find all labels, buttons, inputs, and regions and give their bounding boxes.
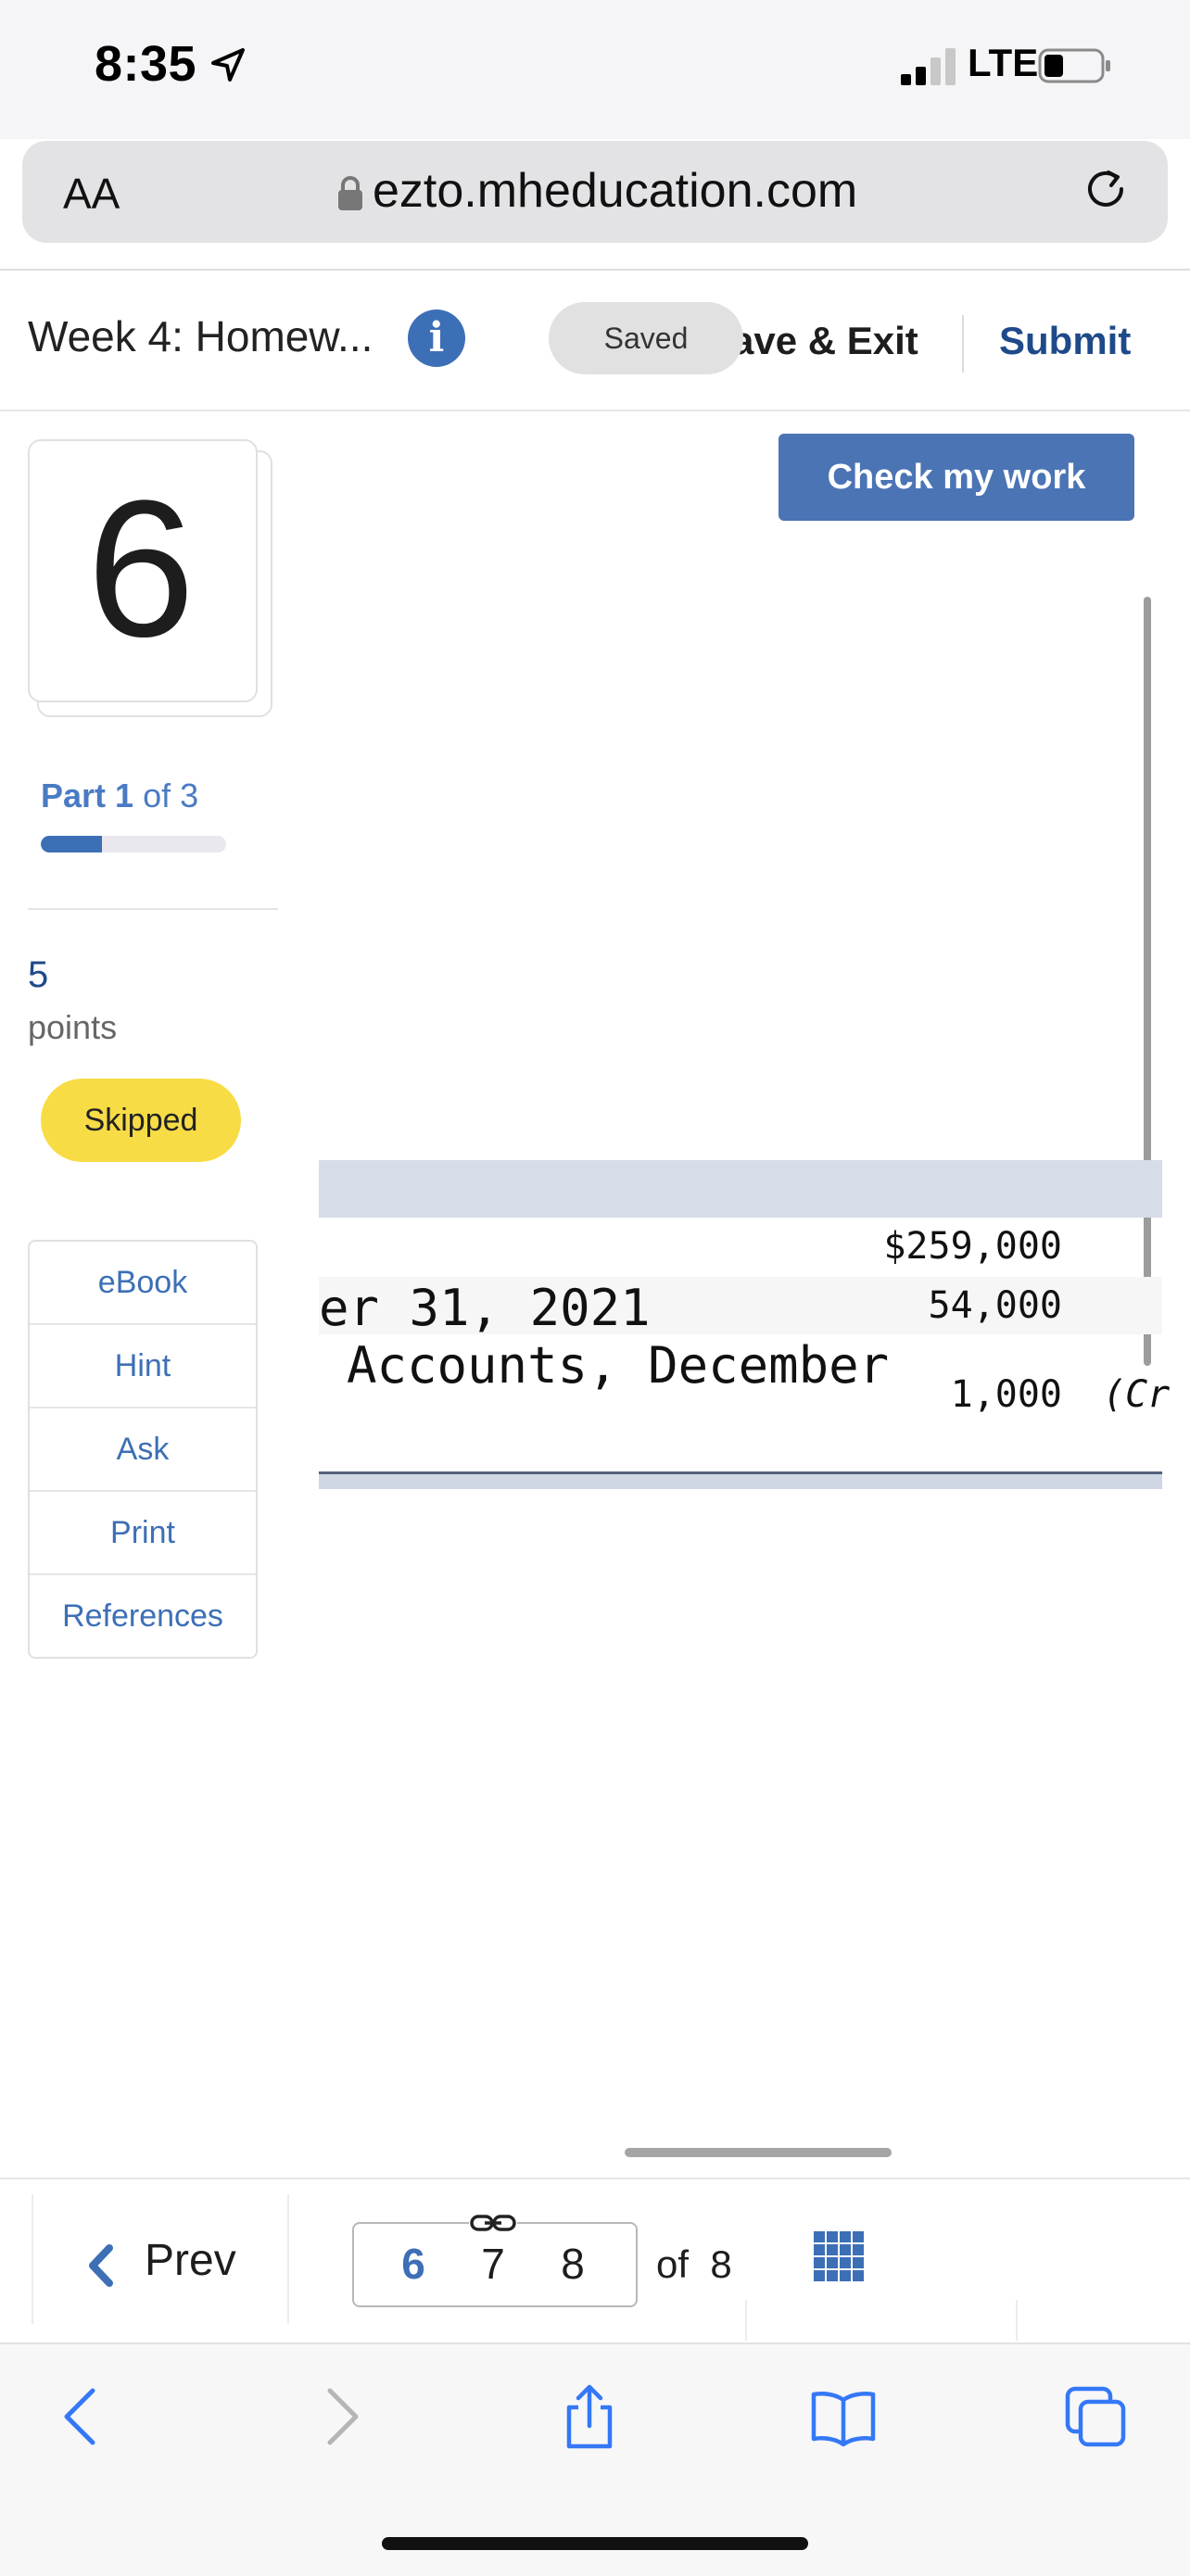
table-note: (Cr bbox=[1103, 1373, 1171, 1416]
divider bbox=[28, 908, 278, 910]
reload-icon[interactable] bbox=[1081, 165, 1133, 217]
tabs-icon[interactable] bbox=[1062, 2383, 1129, 2450]
divider bbox=[745, 2300, 747, 2341]
divider bbox=[1016, 2300, 1018, 2341]
page-7-button[interactable]: 7 bbox=[470, 2239, 516, 2289]
references-button[interactable]: References bbox=[30, 1575, 256, 1657]
part-progress-fill bbox=[41, 836, 102, 852]
table-row-text: er 31, 2021 bbox=[319, 1279, 651, 1337]
url-text[interactable]: ezto.mheducation.com bbox=[373, 163, 857, 219]
points-value: 5 bbox=[28, 954, 49, 995]
of-label: of bbox=[656, 2242, 690, 2286]
table-amount: 54,000 bbox=[928, 1284, 1063, 1327]
divider bbox=[287, 2194, 289, 2324]
table-header bbox=[319, 1160, 1162, 1218]
status-time: 8:35 bbox=[95, 36, 197, 92]
part-indicator: Part 1 of 3 bbox=[41, 777, 198, 815]
back-icon[interactable] bbox=[50, 2383, 117, 2450]
table-row-text: Accounts, December bbox=[347, 1336, 890, 1395]
location-arrow-icon bbox=[211, 48, 245, 82]
grid-icon[interactable] bbox=[814, 2231, 864, 2281]
points-label: points bbox=[28, 1008, 118, 1046]
save-exit-button[interactable]: ave & Exit bbox=[732, 319, 918, 363]
saved-indicator: Saved bbox=[549, 302, 743, 374]
part-progress-bar bbox=[41, 836, 226, 852]
print-button[interactable]: Print bbox=[30, 1492, 256, 1575]
page-total: of 8 bbox=[656, 2242, 732, 2287]
part-total: of 3 bbox=[143, 777, 199, 814]
link-icon bbox=[469, 2211, 517, 2235]
assignment-title[interactable]: Week 4: Homew... bbox=[28, 311, 373, 361]
network-label: LTE bbox=[968, 41, 1039, 84]
table-amount: 1,000 bbox=[950, 1373, 1062, 1416]
divider bbox=[962, 315, 964, 373]
question-tools: eBook Hint Ask Print References bbox=[28, 1240, 258, 1659]
horizontal-scrollbar[interactable] bbox=[625, 2148, 892, 2157]
question-number: 6 bbox=[86, 460, 196, 677]
page-6-button[interactable]: 6 bbox=[390, 2239, 437, 2289]
part-word: Part bbox=[41, 777, 107, 814]
submit-button[interactable]: Submit bbox=[999, 319, 1131, 363]
ask-button[interactable]: Ask bbox=[30, 1408, 256, 1492]
table-amount: $259,000 bbox=[883, 1225, 1062, 1268]
vertical-scrollbar[interactable] bbox=[1144, 597, 1151, 1366]
status-badge: Skipped bbox=[41, 1079, 241, 1162]
share-icon[interactable] bbox=[556, 2383, 623, 2450]
bookmarks-icon[interactable] bbox=[810, 2383, 877, 2450]
signal-icon bbox=[901, 48, 956, 85]
chevron-left-icon[interactable] bbox=[85, 2242, 117, 2289]
table-footer bbox=[319, 1471, 1162, 1489]
page-8-button[interactable]: 8 bbox=[550, 2239, 596, 2289]
hint-button[interactable]: Hint bbox=[30, 1325, 256, 1408]
forward-icon[interactable] bbox=[306, 2383, 373, 2450]
total-pages: 8 bbox=[710, 2242, 732, 2286]
info-icon[interactable]: i bbox=[408, 309, 465, 367]
battery-icon bbox=[1038, 48, 1110, 83]
divider bbox=[32, 2194, 33, 2324]
check-my-work-button[interactable]: Check my work bbox=[779, 434, 1134, 521]
part-number: 1 bbox=[115, 777, 134, 814]
text-size-button[interactable]: AA bbox=[63, 169, 120, 219]
lock-icon bbox=[338, 176, 362, 210]
home-indicator bbox=[382, 2537, 808, 2550]
ebook-button[interactable]: eBook bbox=[30, 1242, 256, 1325]
prev-button[interactable]: Prev bbox=[145, 2235, 236, 2286]
